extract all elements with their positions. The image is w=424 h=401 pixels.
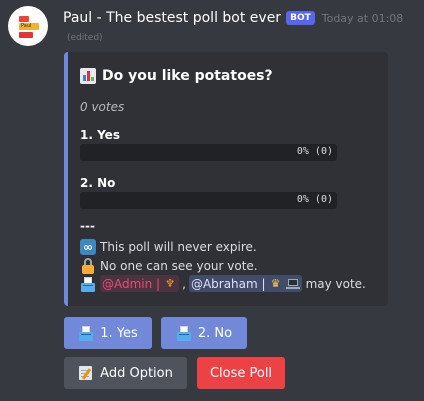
- ballot-box-icon: [176, 325, 192, 341]
- poll-title: Do you like potatoes?: [102, 68, 273, 84]
- poll-title-row: Do you like potatoes?: [80, 68, 273, 84]
- vote-yes-label: 1. Yes: [100, 325, 138, 341]
- option-label-yes: 1. Yes: [80, 128, 120, 142]
- vote-no-label: 2. No: [197, 325, 233, 341]
- edited-label: (edited): [67, 33, 103, 43]
- visibility-line: No one can see your vote.: [80, 258, 258, 274]
- expire-text: This poll will never expire.: [100, 240, 257, 254]
- message-header: Paul - The bestest poll bot ever BOT Tod…: [63, 8, 403, 28]
- trident-icon: ♆: [165, 276, 176, 290]
- ballot-box-icon: [78, 325, 94, 341]
- vote-yes-button[interactable]: 1. Yes: [64, 317, 152, 349]
- avatar-bar-red: [19, 16, 29, 22]
- bot-avatar[interactable]: Paul: [8, 6, 48, 46]
- option-bar-yes: 0% (0): [80, 144, 337, 161]
- close-poll-button[interactable]: Close Poll: [197, 357, 285, 389]
- add-option-label: Add Option: [100, 365, 173, 381]
- voters-suffix: may vote.: [305, 276, 366, 291]
- memo-icon: [78, 365, 94, 381]
- avatar-bar-red-bottom: [19, 32, 33, 38]
- username[interactable]: Paul - The bestest poll bot ever: [63, 10, 281, 26]
- add-option-button[interactable]: Add Option: [64, 357, 187, 389]
- vote-count: 0 votes: [80, 100, 125, 114]
- admin-role-label: @Admin |: [102, 276, 161, 291]
- lock-icon: [80, 258, 96, 274]
- avatar-label: Paul: [21, 23, 32, 29]
- option-bar-no: 0% (0): [80, 192, 337, 209]
- admin-role-mention[interactable]: @Admin | ♆: [100, 275, 180, 292]
- vote-no-button[interactable]: 2. No: [161, 317, 247, 349]
- bar-chart-icon: [80, 68, 96, 84]
- option-result-yes: 0% (0): [296, 146, 333, 157]
- user-mention-label: @Abraham |: [190, 276, 266, 291]
- voters-line: @Admin | ♆ , @Abraham | ♛ may vote.: [80, 275, 366, 292]
- infinity-icon: ∞: [80, 239, 96, 255]
- option-label-no: 2. No: [80, 176, 116, 190]
- separator: ---: [80, 219, 95, 233]
- user-mention[interactable]: @Abraham | ♛: [188, 275, 302, 292]
- voters-comma: ,: [182, 276, 186, 291]
- close-poll-label: Close Poll: [209, 365, 273, 381]
- laptop-icon: [285, 277, 300, 291]
- visibility-text: No one can see your vote.: [100, 259, 258, 273]
- option-result-no: 0% (0): [296, 194, 333, 205]
- timestamp[interactable]: Today at 01:08: [322, 12, 404, 25]
- ballot-box-icon: [80, 276, 96, 292]
- poll-embed: Do you like potatoes? 0 votes 1. Yes 0% …: [64, 52, 388, 306]
- bot-badge: BOT: [286, 11, 315, 25]
- expire-line: ∞ This poll will never expire.: [80, 239, 257, 255]
- crown-icon: ♛: [270, 276, 281, 290]
